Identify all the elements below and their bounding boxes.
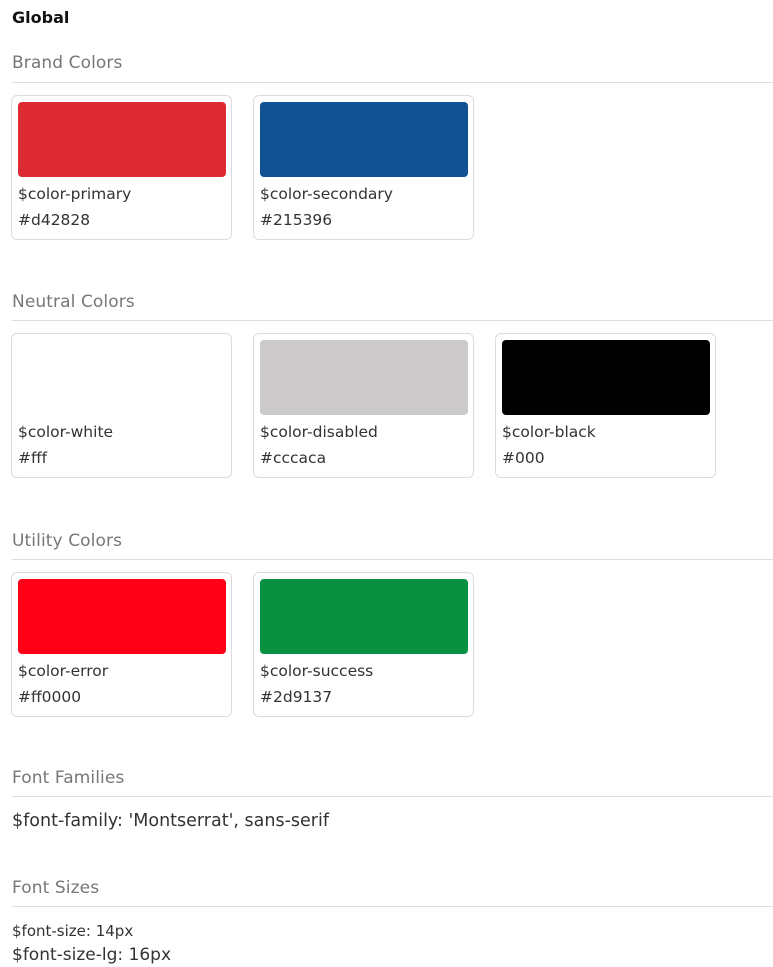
- color-swatch-disabled: [260, 340, 468, 415]
- color-hex-value: #000: [502, 449, 545, 467]
- color-variable-name: $color-primary: [18, 185, 132, 203]
- color-variable-name: $color-error: [18, 662, 109, 680]
- font-size-base-value: $font-size: 14px: [12, 922, 134, 940]
- section-divider: [12, 906, 773, 907]
- color-swatch-white: [18, 340, 226, 415]
- font-family-value: $font-family: 'Montserrat', sans-serif: [12, 811, 329, 831]
- section-title-neutral-colors: Neutral Colors: [12, 292, 135, 312]
- color-variable-name: $color-white: [18, 423, 114, 441]
- color-card-success: $color-success #2d9137: [253, 572, 474, 717]
- color-card-white: $color-white #fff: [11, 333, 232, 478]
- section-title-brand-colors: Brand Colors: [12, 53, 123, 73]
- section-divider: [12, 320, 773, 321]
- color-card-secondary: $color-secondary #215396: [253, 95, 474, 240]
- section-divider: [12, 559, 773, 560]
- page-title: Global: [12, 8, 70, 27]
- color-variable-name: $color-secondary: [260, 185, 393, 203]
- section-divider: [12, 82, 773, 83]
- section-title-utility-colors: Utility Colors: [12, 531, 123, 551]
- color-swatch-black: [502, 340, 710, 415]
- section-divider: [12, 796, 773, 797]
- color-card-error: $color-error #ff0000: [11, 572, 232, 717]
- color-card-primary: $color-primary #d42828: [11, 95, 232, 240]
- font-size-large-value: $font-size-lg: 16px: [12, 945, 172, 965]
- color-hex-value: #cccaca: [260, 449, 327, 467]
- color-card-disabled: $color-disabled #cccaca: [253, 333, 474, 478]
- color-hex-value: #2d9137: [260, 688, 333, 706]
- color-variable-name: $color-black: [502, 423, 596, 441]
- section-title-font-families: Font Families: [12, 768, 125, 788]
- color-swatch-primary: [18, 102, 226, 177]
- color-swatch-success: [260, 579, 468, 654]
- color-hex-value: #215396: [260, 211, 333, 229]
- color-variable-name: $color-disabled: [260, 423, 378, 441]
- color-swatch-secondary: [260, 102, 468, 177]
- color-swatch-error: [18, 579, 226, 654]
- color-variable-name: $color-success: [260, 662, 374, 680]
- section-title-font-sizes: Font Sizes: [12, 878, 100, 898]
- color-hex-value: #d42828: [18, 211, 91, 229]
- color-hex-value: #ff0000: [18, 688, 82, 706]
- color-hex-value: #fff: [18, 449, 48, 467]
- color-card-black: $color-black #000: [495, 333, 716, 478]
